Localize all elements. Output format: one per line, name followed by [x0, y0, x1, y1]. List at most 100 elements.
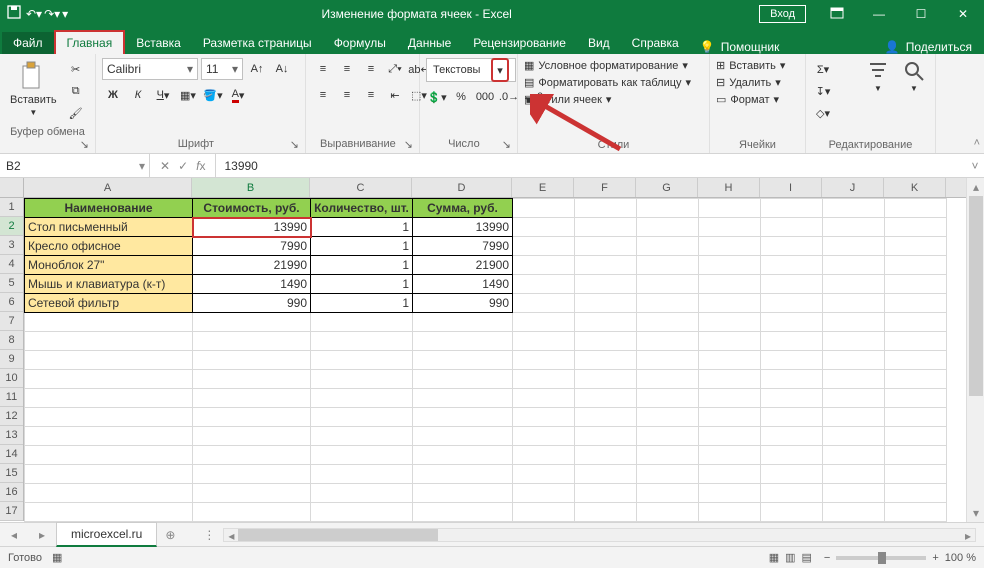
row-header-7[interactable]: 7 — [0, 312, 23, 331]
column-headers[interactable]: ABCDEFGHIJK — [24, 178, 966, 198]
view-pagebreak-icon[interactable]: ▤ — [802, 551, 812, 564]
cell-K3[interactable] — [885, 237, 947, 256]
cell-B1[interactable]: Стоимость, руб. — [193, 199, 311, 218]
row-header-12[interactable]: 12 — [0, 407, 23, 426]
cell-K12[interactable] — [885, 408, 947, 427]
scroll-left-icon[interactable]: ◂ — [224, 529, 238, 543]
row-header-15[interactable]: 15 — [0, 464, 23, 483]
cell-F12[interactable] — [575, 408, 637, 427]
row-header-10[interactable]: 10 — [0, 369, 23, 388]
cell-E15[interactable] — [513, 465, 575, 484]
cell-A14[interactable] — [25, 446, 193, 465]
orientation-icon[interactable]: ⤢▾ — [384, 58, 406, 80]
cell-H4[interactable] — [699, 256, 761, 275]
cell-C2[interactable]: 1 — [311, 218, 413, 237]
col-header-H[interactable]: H — [698, 178, 760, 197]
cell-B10[interactable] — [193, 370, 311, 389]
cell-H5[interactable] — [699, 275, 761, 294]
col-header-G[interactable]: G — [636, 178, 698, 197]
scroll-thumb[interactable] — [969, 196, 983, 396]
cell-G5[interactable] — [637, 275, 699, 294]
cell-F3[interactable] — [575, 237, 637, 256]
cell-A9[interactable] — [25, 351, 193, 370]
cell-G14[interactable] — [637, 446, 699, 465]
redo-icon[interactable]: ↷▾ — [44, 7, 60, 21]
cell-E5[interactable] — [513, 275, 575, 294]
number-format-dropdown-icon[interactable]: ▾ — [491, 58, 509, 82]
save-icon[interactable] — [6, 4, 24, 25]
close-icon[interactable]: ✕ — [942, 0, 984, 28]
cell-I9[interactable] — [761, 351, 823, 370]
cell-J4[interactable] — [823, 256, 885, 275]
cell-K7[interactable] — [885, 313, 947, 332]
col-header-C[interactable]: C — [310, 178, 412, 197]
tab-view[interactable]: Вид — [577, 32, 621, 54]
cell-J3[interactable] — [823, 237, 885, 256]
worksheet-grid[interactable]: ABCDEFGHIJK 1234567891011121314151617 На… — [0, 178, 984, 522]
scroll-down-icon[interactable]: ▾ — [967, 504, 984, 522]
undo-icon[interactable]: ↶▾ — [26, 7, 42, 21]
cell-K8[interactable] — [885, 332, 947, 351]
view-pagelayout-icon[interactable]: ▥ — [785, 551, 795, 564]
tab-layout[interactable]: Разметка страницы — [192, 32, 323, 54]
cell-G8[interactable] — [637, 332, 699, 351]
cell-F4[interactable] — [575, 256, 637, 275]
align-top-icon[interactable]: ≡ — [312, 58, 334, 80]
align-bottom-icon[interactable]: ≡ — [360, 58, 382, 80]
cell-E13[interactable] — [513, 427, 575, 446]
fx-icon[interactable]: fx — [196, 159, 205, 173]
cell-J15[interactable] — [823, 465, 885, 484]
cell-B4[interactable]: 21990 — [193, 256, 311, 275]
cell-J10[interactable] — [823, 370, 885, 389]
underline-icon[interactable]: Ч▾ — [152, 84, 174, 106]
cell-D11[interactable] — [413, 389, 513, 408]
cell-B8[interactable] — [193, 332, 311, 351]
paste-button[interactable]: Вставить ▼ — [6, 58, 61, 119]
cell-F14[interactable] — [575, 446, 637, 465]
cell-A7[interactable] — [25, 313, 193, 332]
zoom-value[interactable]: 100 % — [945, 552, 976, 564]
row-header-5[interactable]: 5 — [0, 274, 23, 293]
format-as-table-button[interactable]: ▤Форматировать как таблицу▾ — [524, 75, 691, 90]
cell-K6[interactable] — [885, 294, 947, 313]
cell-C5[interactable]: 1 — [311, 275, 413, 294]
cell-J6[interactable] — [823, 294, 885, 313]
cell-I13[interactable] — [761, 427, 823, 446]
cell-C14[interactable] — [311, 446, 413, 465]
find-select-button[interactable]: ▼ — [899, 58, 929, 95]
cell-J13[interactable] — [823, 427, 885, 446]
percent-icon[interactable]: % — [450, 86, 472, 108]
cell-B15[interactable] — [193, 465, 311, 484]
row-header-11[interactable]: 11 — [0, 388, 23, 407]
cell-A6[interactable]: Сетевой фильтр — [25, 294, 193, 313]
cell-D15[interactable] — [413, 465, 513, 484]
collapse-ribbon-icon[interactable]: ˄ — [974, 137, 980, 149]
col-header-B[interactable]: B — [192, 178, 310, 197]
cell-C9[interactable] — [311, 351, 413, 370]
cell-I7[interactable] — [761, 313, 823, 332]
cell-C8[interactable] — [311, 332, 413, 351]
cell-I6[interactable] — [761, 294, 823, 313]
cell-G16[interactable] — [637, 484, 699, 503]
sort-filter-button[interactable]: ▼ — [863, 58, 893, 95]
sheet-splitter[interactable]: ⋮ — [203, 528, 215, 542]
cell-J1[interactable] — [823, 199, 885, 218]
row-header-9[interactable]: 9 — [0, 350, 23, 369]
cell-A1[interactable]: Наименование — [25, 199, 193, 218]
tab-data[interactable]: Данные — [397, 32, 462, 54]
minimize-icon[interactable]: — — [858, 0, 900, 28]
row-header-2[interactable]: 2 — [0, 217, 23, 236]
scroll-right-icon[interactable]: ▸ — [961, 529, 975, 543]
font-size-combo[interactable]: 11▾ — [201, 58, 243, 80]
col-header-J[interactable]: J — [822, 178, 884, 197]
cell-C11[interactable] — [311, 389, 413, 408]
cell-H14[interactable] — [699, 446, 761, 465]
cell-J17[interactable] — [823, 503, 885, 522]
cell-styles-button[interactable]: ▣Стили ячеек▾ — [524, 92, 611, 107]
maximize-icon[interactable]: ☐ — [900, 0, 942, 28]
dialog-launcher-icon[interactable]: ↘ — [80, 138, 89, 151]
cell-G9[interactable] — [637, 351, 699, 370]
cell-F5[interactable] — [575, 275, 637, 294]
border-icon[interactable]: ▦▾ — [177, 84, 199, 106]
cell-G7[interactable] — [637, 313, 699, 332]
